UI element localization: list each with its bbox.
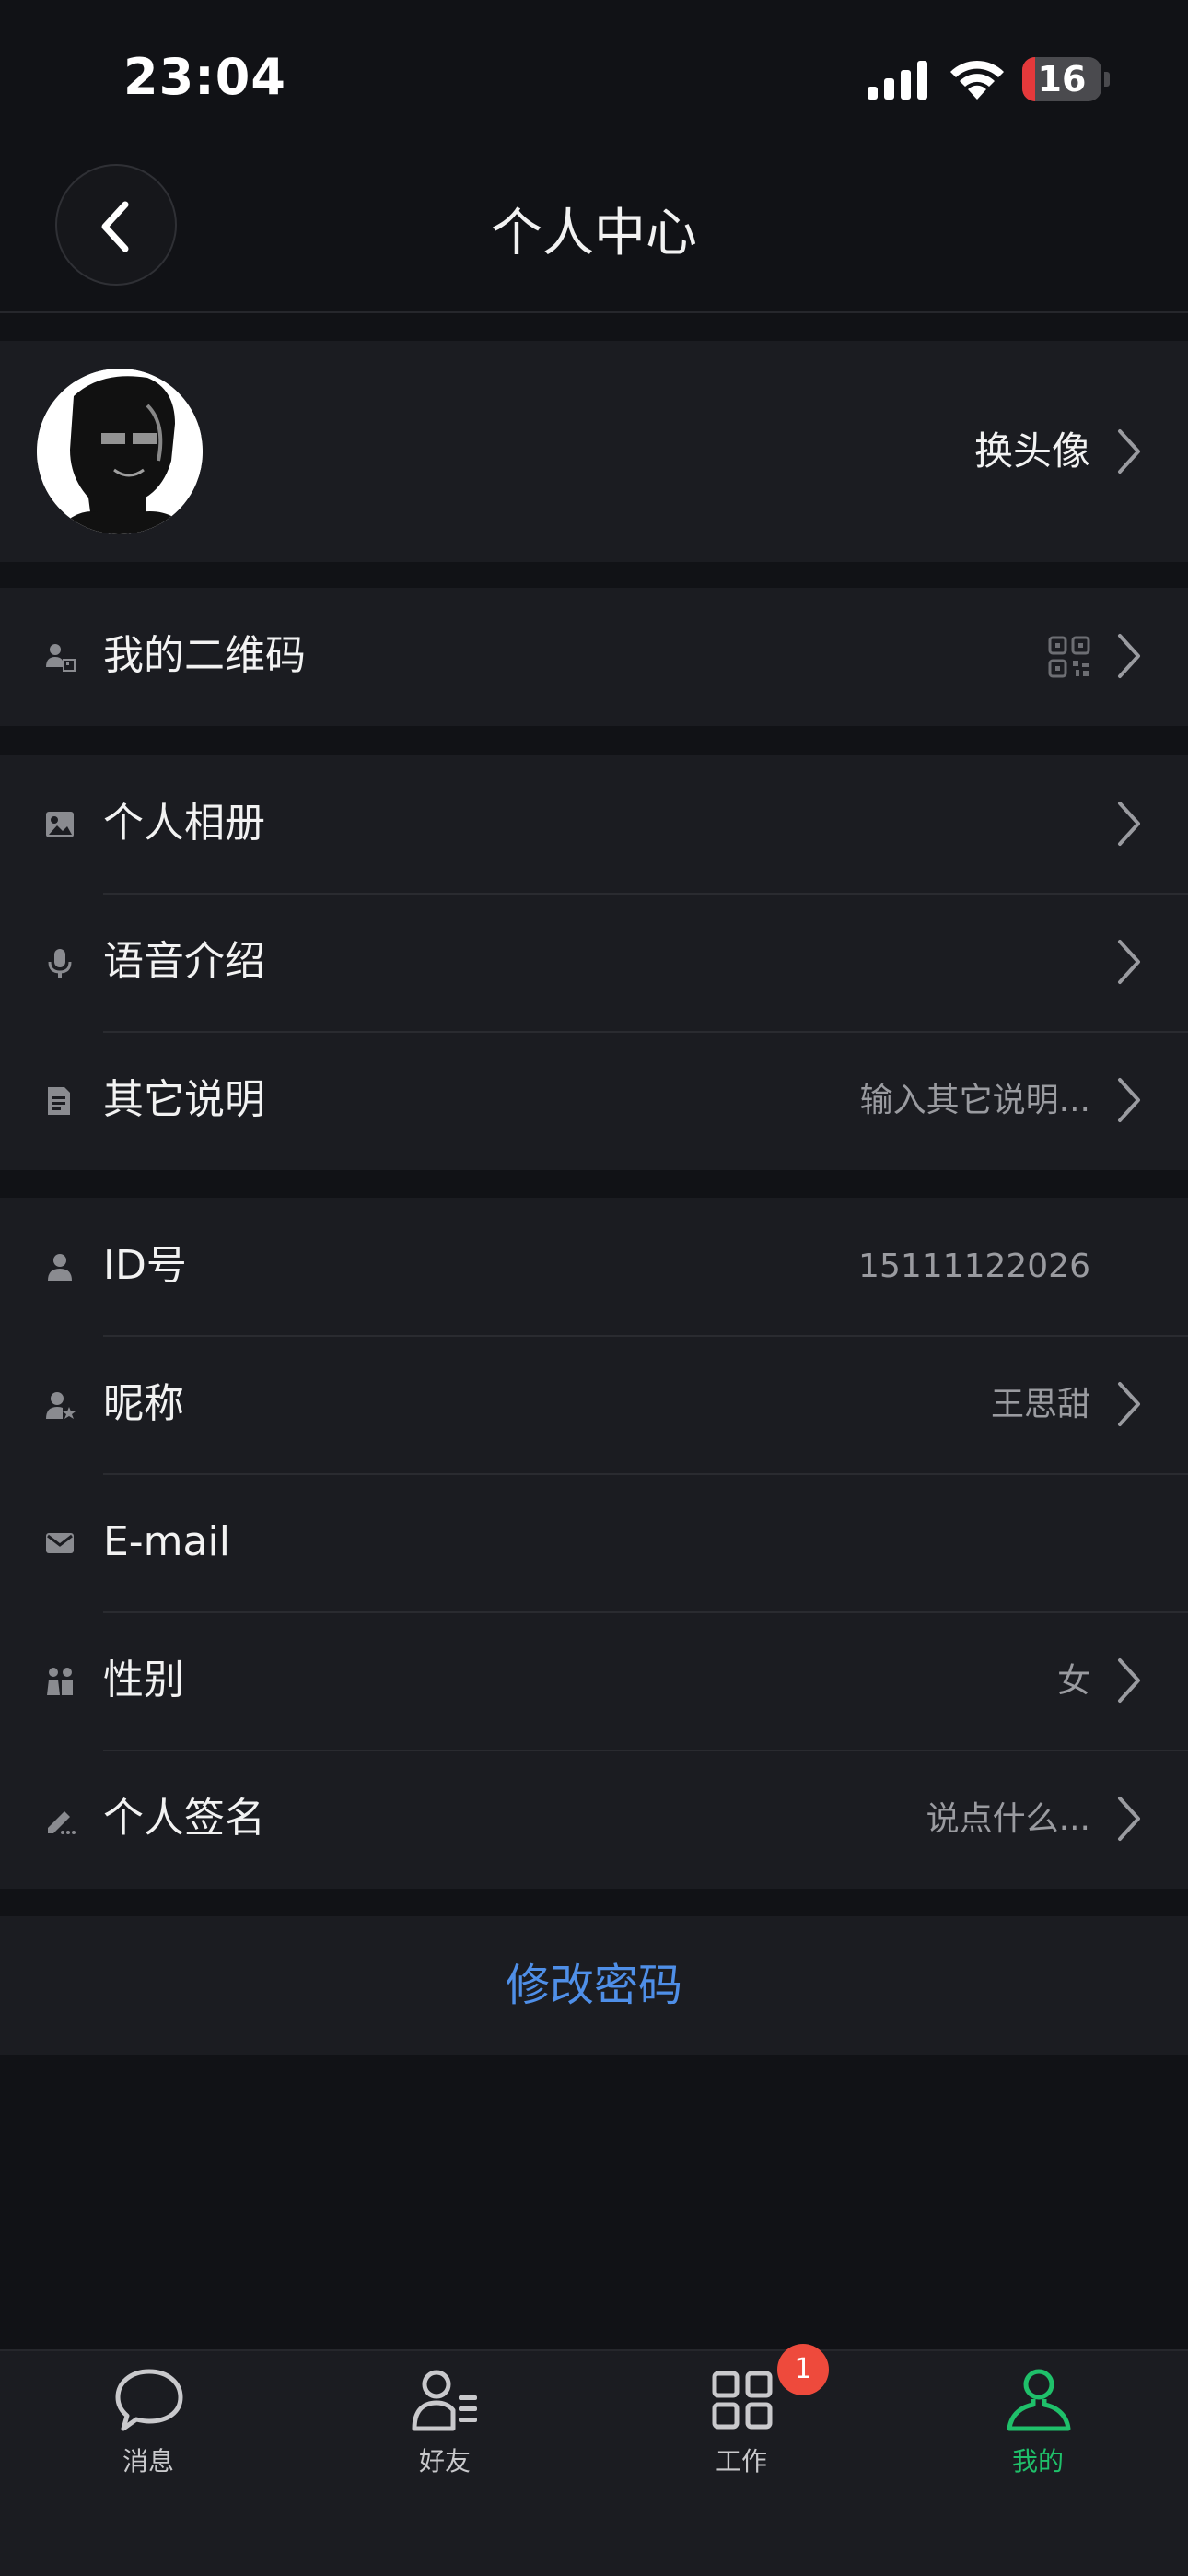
tab-me-label: 我的 [1011,2446,1064,2476]
status-time: 23:04 [123,48,286,106]
qrcode-label: 我的二维码 [103,632,306,679]
chat-bubble-icon [115,2369,183,2431]
battery-level: 16 [1037,59,1087,100]
chevron-right-icon [1118,940,1140,984]
voice-intro-label: 语音介绍 [103,938,265,985]
user-icon [1007,2369,1071,2431]
change-password-button[interactable]: 修改密码 [0,1916,1188,2055]
signature-row[interactable]: 个人签名 说点什么... [0,1751,1188,1889]
tab-me[interactable]: 我的 [890,2351,1186,2517]
profile-info-group: ID号 15111122026 昵称 王思甜 E-mail 性别 女 个人签名 … [0,1198,1188,1889]
tab-friends[interactable]: 好友 [297,2351,593,2517]
screen: 23:04 16 个人中心 换头像 我的二维码 个人相册 语音介绍 其它说明 输… [0,0,1188,2576]
signature-label: 个人签名 [103,1795,265,1842]
battery-indicator: 16 [1022,57,1111,101]
mail-icon [46,1533,74,1553]
tab-messages[interactable]: 消息 [0,2351,297,2517]
person-icon [48,1254,72,1281]
chevron-right-icon [1118,1382,1140,1426]
tab-messages-label: 消息 [122,2446,174,2476]
gender-row[interactable]: 性别 女 [0,1612,1188,1751]
album-label: 个人相册 [103,800,265,847]
media-group: 个人相册 语音介绍 其它说明 输入其它说明... [0,755,1188,1170]
status-bar: 23:04 16 [0,0,1188,147]
nickname-value: 王思甜 [990,1386,1090,1423]
album-row[interactable]: 个人相册 [0,755,1188,894]
person-card-icon [46,644,76,672]
other-notes-row[interactable]: 其它说明 输入其它说明... [0,1032,1188,1170]
tab-work[interactable]: 1 工作 [593,2344,890,2517]
pen-icon [48,1811,76,1834]
id-row: ID号 15111122026 [0,1198,1188,1336]
other-notes-label: 其它说明 [103,1076,265,1123]
tab-work-label: 工作 [715,2446,767,2476]
chevron-right-icon [1118,429,1140,474]
nav-header: 个人中心 [0,147,1188,313]
chevron-right-icon [1118,1658,1140,1703]
change-avatar-label: 换头像 [973,428,1090,474]
qrcode-row[interactable]: 我的二维码 [0,588,1188,726]
id-label: ID号 [103,1242,187,1289]
chevron-right-icon [1118,802,1140,846]
chevron-right-icon [1118,634,1140,678]
tab-friends-label: 好友 [418,2446,471,2476]
grid-icon [712,2371,773,2430]
gender-label: 性别 [103,1657,184,1704]
chevron-right-icon [1118,1797,1140,1841]
photo-icon [46,812,74,837]
other-notes-value: 输入其它说明... [859,1082,1090,1119]
person-star-icon [46,1392,76,1419]
gender-value: 女 [1056,1662,1090,1700]
avatar-row[interactable]: 换头像 [0,341,1188,562]
notification-badge: 1 [777,2344,829,2395]
cellular-signal-icon [868,61,927,100]
avatar-portrait-image [37,369,203,534]
note-icon [48,1087,70,1115]
wifi-icon [950,60,1004,100]
page-title: 个人中心 [491,204,697,263]
avatar [37,369,203,534]
microphone-icon [48,949,72,978]
tab-bar: 消息 好友 1 工作 我的 [0,2344,1188,2576]
email-row[interactable]: E-mail [0,1474,1188,1612]
qrcode-icon [1048,636,1090,678]
email-label: E-mail [103,1518,230,1565]
change-password-group: 修改密码 [0,1916,1188,2055]
signature-value: 说点什么... [926,1800,1090,1838]
gender-icon [47,1668,73,1695]
nickname-row[interactable]: 昵称 王思甜 [0,1336,1188,1474]
id-value: 15111122026 [858,1247,1090,1285]
voice-intro-row[interactable]: 语音介绍 [0,894,1188,1032]
nickname-label: 昵称 [103,1380,184,1427]
contacts-icon [412,2370,477,2431]
chevron-right-icon [1118,1078,1140,1122]
